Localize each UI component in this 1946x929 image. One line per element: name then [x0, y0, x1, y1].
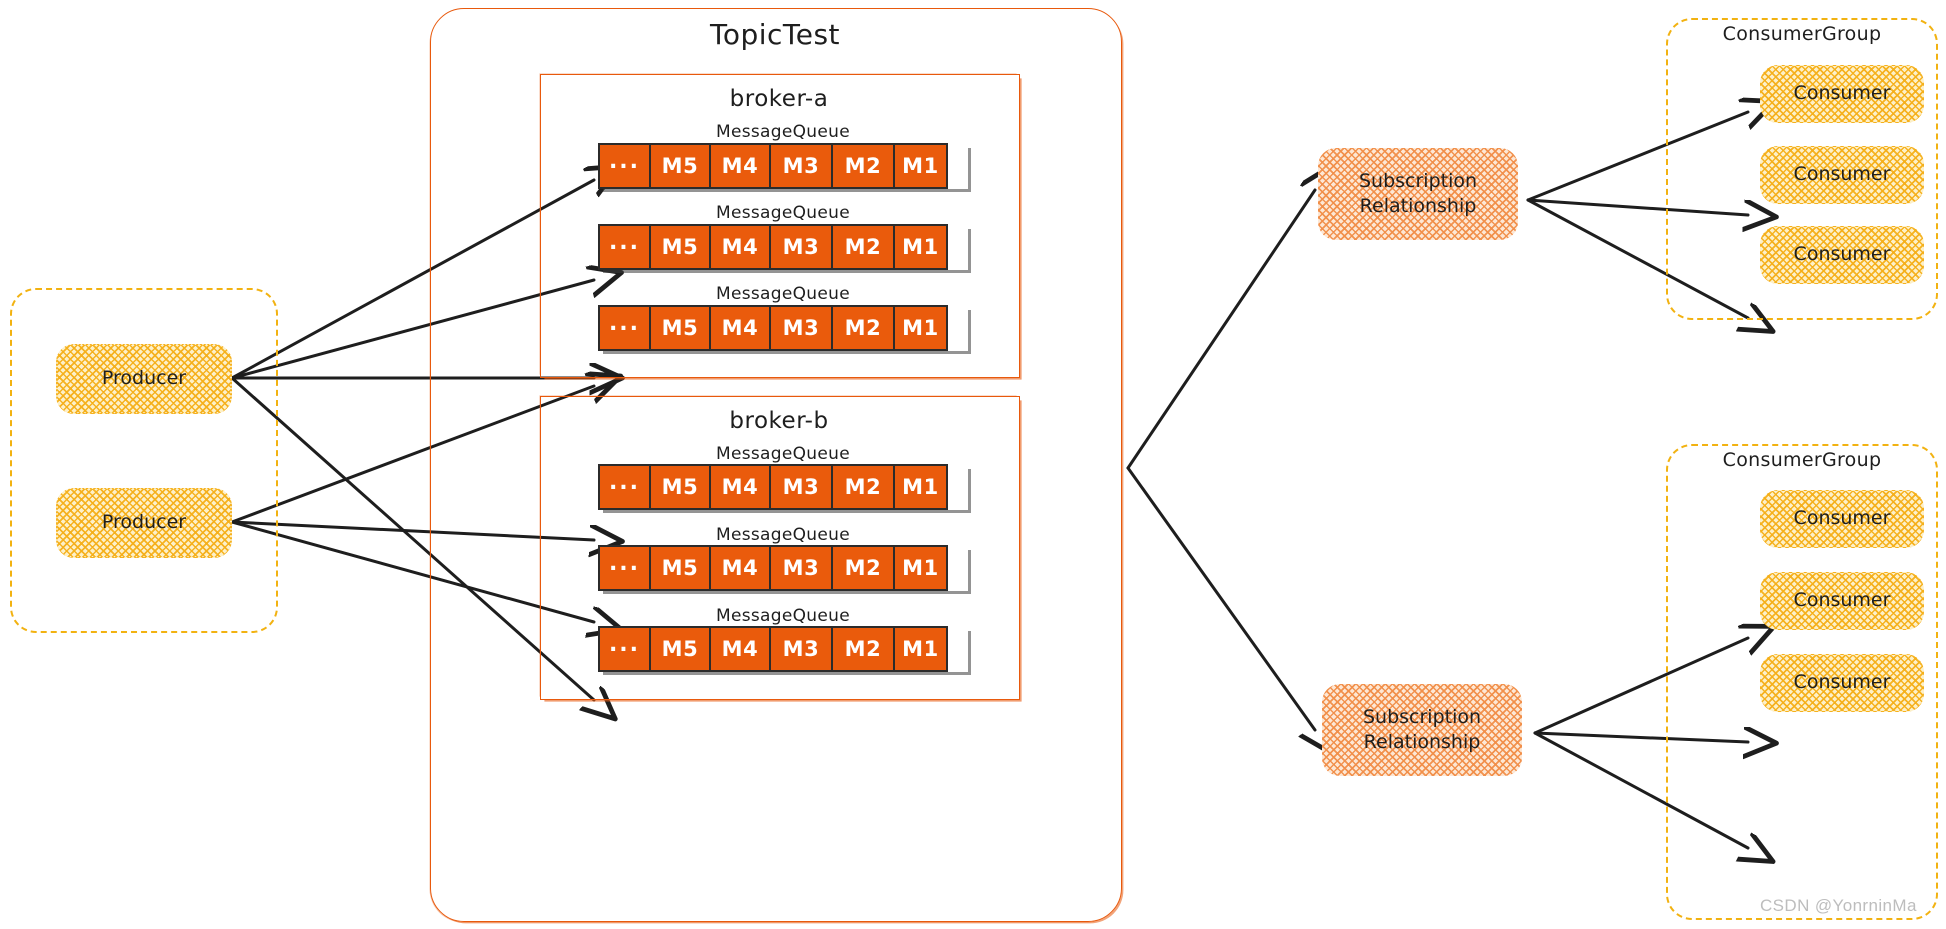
queue-cell[interactable]: M3	[770, 545, 832, 591]
topic-title: TopicTest	[709, 18, 841, 51]
consumer-node-1-1[interactable]: Consumer	[1760, 65, 1924, 123]
queue-cell[interactable]: M2	[832, 224, 894, 270]
diagram-canvas: Producer Producer TopicTest broker-a Mes…	[0, 0, 1946, 929]
queue-cell[interactable]: M4	[710, 224, 770, 270]
queue-cell[interactable]: M5	[650, 143, 710, 189]
arrow-topic-subscription-2	[1126, 466, 1315, 730]
subscription-relationship-node-2[interactable]: Subscription Relationship	[1322, 684, 1522, 776]
queue-cell[interactable]: M1	[894, 464, 948, 510]
consumer-group-title-1: ConsumerGroup	[1722, 23, 1882, 45]
broker-a-queue-2-label: MessageQueue	[716, 203, 850, 223]
queue-cell[interactable]: M3	[770, 464, 832, 510]
broker-a-title: broker-a	[729, 86, 829, 112]
subscription-relationship-node-1[interactable]: Subscription Relationship	[1318, 148, 1518, 240]
queue-cell[interactable]: M5	[650, 224, 710, 270]
queue-cell[interactable]: M1	[894, 143, 948, 189]
broker-a-queue-3-label: MessageQueue	[716, 284, 850, 304]
subscription-line2: Relationship	[1363, 731, 1481, 753]
queue-cell[interactable]: M2	[832, 305, 894, 351]
broker-b-queue-1-label: MessageQueue	[716, 444, 850, 464]
queue-cell[interactable]: ...	[598, 143, 650, 189]
broker-a-queue-2: ... M5 M4 M3 M2 M1	[598, 224, 968, 270]
queue-cell[interactable]: ...	[598, 305, 650, 351]
consumer-group-title-2: ConsumerGroup	[1722, 449, 1882, 471]
queue-cell[interactable]: M1	[894, 626, 948, 672]
subscription-line1: Subscription	[1362, 705, 1482, 728]
broker-a-queue-1-label: MessageQueue	[716, 122, 850, 142]
queue-cell[interactable]: M2	[832, 545, 894, 591]
queue-cell[interactable]: M5	[650, 626, 710, 672]
queue-cell[interactable]: M2	[832, 143, 894, 189]
consumer-node-2-1[interactable]: Consumer	[1760, 490, 1924, 548]
producer-group-container	[10, 288, 278, 633]
consumer-node-2-2[interactable]: Consumer	[1760, 572, 1924, 630]
producer-label-1: Producer	[101, 367, 187, 390]
queue-cell[interactable]: M4	[710, 626, 770, 672]
queue-cell[interactable]: M4	[710, 545, 770, 591]
broker-a-queue-1: ... M5 M4 M3 M2 M1	[598, 143, 968, 189]
queue-cell[interactable]: M4	[710, 143, 770, 189]
broker-b-queue-3: ... M5 M4 M3 M2 M1	[598, 626, 968, 672]
producer-node-1[interactable]: Producer	[56, 344, 232, 414]
broker-b-queue-2-label: MessageQueue	[716, 525, 850, 545]
queue-cell[interactable]: M1	[894, 224, 948, 270]
subscription-line2: Relationship	[1359, 195, 1477, 217]
queue-cell[interactable]: ...	[598, 464, 650, 510]
queue-cell[interactable]: ...	[598, 626, 650, 672]
queue-cell[interactable]: M5	[650, 305, 710, 351]
arrow-topic-subscription-1	[1126, 190, 1315, 470]
queue-cell[interactable]: M1	[894, 545, 948, 591]
queue-cell[interactable]: M3	[770, 224, 832, 270]
queue-cell[interactable]: M4	[710, 464, 770, 510]
consumer-node-1-3[interactable]: Consumer	[1760, 226, 1924, 284]
queue-cell[interactable]: M5	[650, 464, 710, 510]
broker-b-queue-2: ... M5 M4 M3 M2 M1	[598, 545, 968, 591]
producer-node-2[interactable]: Producer	[56, 488, 232, 558]
watermark: CSDN @YonrninMa	[1760, 896, 1917, 915]
queue-cell[interactable]: M1	[894, 305, 948, 351]
broker-b-title: broker-b	[729, 408, 829, 434]
broker-b-queue-3-label: MessageQueue	[716, 606, 850, 626]
queue-cell[interactable]: M3	[770, 143, 832, 189]
subscription-line1: Subscription	[1358, 169, 1478, 192]
broker-b-queue-1: ... M5 M4 M3 M2 M1	[598, 464, 968, 510]
producer-label-2: Producer	[101, 511, 187, 534]
queue-cell[interactable]: M2	[832, 626, 894, 672]
queue-cell[interactable]: M5	[650, 545, 710, 591]
consumer-node-2-3[interactable]: Consumer	[1760, 654, 1924, 712]
broker-a-queue-3: ... M5 M4 M3 M2 M1	[598, 305, 968, 351]
queue-cell[interactable]: M2	[832, 464, 894, 510]
queue-cell[interactable]: M3	[770, 626, 832, 672]
queue-cell[interactable]: ...	[598, 224, 650, 270]
queue-cell[interactable]: M4	[710, 305, 770, 351]
queue-cell[interactable]: M3	[770, 305, 832, 351]
consumer-node-1-2[interactable]: Consumer	[1760, 146, 1924, 204]
queue-cell[interactable]: ...	[598, 545, 650, 591]
